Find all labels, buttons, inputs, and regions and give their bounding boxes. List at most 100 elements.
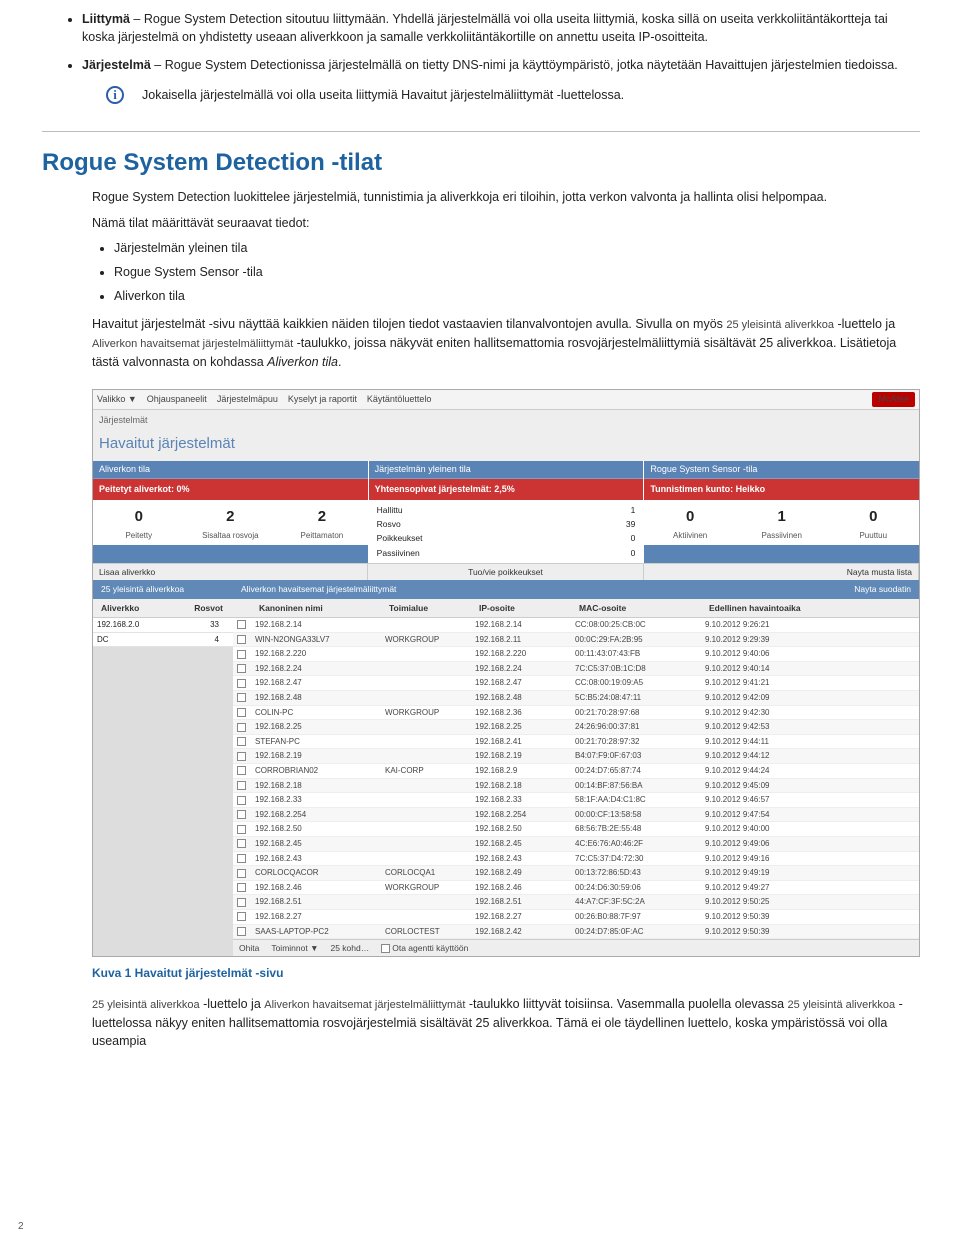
table-footer: Ohita Toiminnot ▼ 25 kohd… Ota agentti k… (233, 939, 919, 956)
menu-item[interactable]: Ohjauspaneelit (147, 393, 207, 406)
table-row[interactable]: 192.168.2.18192.168.2.1800:14:BF:87:56:B… (233, 779, 919, 794)
panel-sensor: Rogue System Sensor -tila Tunnistimen ku… (644, 461, 919, 563)
row-key: Hallittu (377, 504, 403, 516)
table-row[interactable]: 192.168.2.33192.168.2.3358:1F:AA:D4:C1:8… (233, 793, 919, 808)
col-header: IP-osoite (475, 601, 575, 615)
table-row[interactable]: STEFAN-PC192.168.2.4100:21:70:28:97:329.… (233, 735, 919, 750)
state-item: Aliverkon tila (114, 287, 920, 305)
metric-label: Puuttuu (831, 530, 915, 542)
bullet-text: – Rogue System Detectionissa järjestelmä… (151, 58, 898, 72)
brand-badge: McAfee (872, 392, 915, 407)
panel-buttons: Lisaa aliverkko Tuo/vie poikkeukset Nayt… (93, 563, 919, 580)
row-val: 0 (631, 532, 636, 544)
metric-label: Aktiivinen (648, 530, 732, 542)
panel-button[interactable]: Tuo/vie poikkeukset (368, 564, 643, 580)
menu-item[interactable]: Järjestelmäpuu (217, 393, 278, 406)
metric-value: 2 (280, 506, 364, 528)
panel-head: Järjestelmän yleinen tila (369, 461, 644, 479)
state-list: Järjestelmän yleinen tila Rogue System S… (114, 239, 920, 305)
page-title: Havaitut järjestelmät (93, 431, 919, 461)
table-row[interactable]: SAAS-LAPTOP-PC2CORLOCTEST192.168.2.4200:… (233, 925, 919, 940)
table-row[interactable]: 192.168.2.220192.168.2.22000:11:43:07:43… (233, 647, 919, 662)
panel-head: Aliverkon tila (93, 461, 368, 479)
metric-label: Passiivinen (740, 530, 824, 542)
bullet-term: Liittymä (82, 12, 130, 26)
footer-item[interactable]: Toiminnot ▼ (271, 942, 318, 954)
menu-item[interactable]: Kyselyt ja raportit (288, 393, 357, 406)
bullet-term: Järjestelmä (82, 58, 151, 72)
state-item: Järjestelmän yleinen tila (114, 239, 920, 257)
left-table: 25 yleisintä aliverkkoa Aliverkko Rosvot… (93, 580, 233, 956)
table-row[interactable]: 192.168.2.25192.168.2.2524:26:96:00:37:8… (233, 720, 919, 735)
panel-banner: Tunnistimen kunto: Heikko (644, 479, 919, 500)
row-val: 1 (631, 504, 636, 516)
table-row[interactable]: CORROBRIAN02KAI-CORP192.168.2.900:24:D7:… (233, 764, 919, 779)
info-icon: i (106, 86, 124, 104)
row-key: Rosvo (377, 518, 401, 530)
panel-banner: Yhteensopivat järjestelmät: 2,5% (369, 479, 644, 500)
table-row[interactable]: 192.168.2.48192.168.2.485C:B5:24:08:47:1… (233, 691, 919, 706)
footer-item[interactable]: Ohita (239, 942, 259, 954)
state-item: Rogue System Sensor -tila (114, 263, 920, 281)
info-callout: i Jokaisella järjestelmällä voi olla use… (106, 86, 920, 104)
panel-button[interactable]: Lisaa aliverkko (93, 564, 368, 580)
table-row[interactable]: 192.168.2.033 (93, 618, 233, 633)
footer-item[interactable]: Ota agentti käyttöön (381, 942, 468, 954)
table-row[interactable]: 192.168.2.27192.168.2.2700:26:B0:88:7F:9… (233, 910, 919, 925)
row-key: Poikkeukset (377, 532, 423, 544)
table-row[interactable]: 192.168.2.14192.168.2.14CC:08:00:25:CB:0… (233, 618, 919, 633)
col-header: Edellinen havaintoaika (705, 601, 825, 615)
col-header: Aliverkko (97, 601, 177, 615)
menu-item[interactable]: Käytäntöluettelo (367, 393, 432, 406)
body-paragraph: Havaitut järjestelmät -sivu näyttää kaik… (92, 315, 920, 371)
col-header: MAC-osoite (575, 601, 705, 615)
ss-toolbar: Valikko ▼ Ohjauspaneelit Järjestelmäpuu … (93, 390, 919, 410)
table-row[interactable]: 192.168.2.50192.168.2.5068:56:7B:2E:55:4… (233, 822, 919, 837)
table-row[interactable]: 192.168.2.43192.168.2.437C:C5:37:D4:72:3… (233, 852, 919, 867)
table-row[interactable]: 192.168.2.24192.168.2.247C:C5:37:0B:1C:D… (233, 662, 919, 677)
metric-value: 0 (97, 506, 181, 528)
table-row[interactable]: COLIN-PCWORKGROUP192.168.2.3600:21:70:28… (233, 706, 919, 721)
page-number: 2 (18, 1220, 24, 1235)
metric-label: Peittamaton (280, 530, 364, 542)
menu-item[interactable]: Valikko ▼ (97, 393, 137, 406)
metric-label: Peitetty (97, 530, 181, 542)
top-bullet-list: Liittymä – Rogue System Detection sitout… (82, 10, 920, 74)
table-row[interactable]: 192.168.2.47192.168.2.47CC:08:00:19:09:A… (233, 676, 919, 691)
table-row[interactable]: 192.168.2.254192.168.2.25400:00:CF:13:58… (233, 808, 919, 823)
table-row[interactable]: WIN-N2ONGA33LV7WORKGROUP192.168.2.1100:0… (233, 633, 919, 648)
row-key: Passiivinen (377, 547, 420, 559)
right-table-title: Aliverkon havaitsemat järjestelmäliittym… (237, 582, 400, 596)
status-panels: Aliverkon tila Peitetyt aliverkot: 0% 0P… (93, 461, 919, 563)
info-text: Jokaisella järjestelmällä voi olla useit… (142, 86, 624, 104)
panel-subnet: Aliverkon tila Peitetyt aliverkot: 0% 0 P… (93, 461, 369, 563)
table-row[interactable]: DC4 (93, 633, 233, 648)
table-row[interactable]: 192.168.2.46WORKGROUP192.168.2.4600:24:D… (233, 881, 919, 896)
filter-link[interactable]: Nayta suodatin (850, 582, 915, 596)
footer-item: 25 kohd… (330, 942, 369, 954)
panel-head: Rogue System Sensor -tila (644, 461, 919, 479)
panel-button[interactable]: Nayta musta lista (644, 564, 919, 580)
left-table-title: 25 yleisintä aliverkkoa (97, 582, 188, 596)
tables-area: 25 yleisintä aliverkkoa Aliverkko Rosvot… (93, 580, 919, 956)
bullet-text: – Rogue System Detection sitoutuu liitty… (82, 12, 888, 44)
panel-banner: Peitetyt aliverkot: 0% (93, 479, 368, 500)
figure-caption: Kuva 1 Havaitut järjestelmät -sivu (92, 965, 920, 982)
col-header: Rosvot (177, 601, 227, 615)
metric-label: Sisaltaa rosvoja (189, 530, 273, 542)
col-header: Kanoninen nimi (255, 601, 385, 615)
section-heading: Rogue System Detection -tilat (42, 131, 920, 181)
table-row[interactable]: 192.168.2.51192.168.2.5144:A7:CF:3F:5C:2… (233, 895, 919, 910)
final-paragraph: 25 yleisintä aliverkkoa -luettelo ja Ali… (92, 995, 920, 1050)
table-row[interactable]: 192.168.2.45192.168.2.454C:E6:76:A0:46:2… (233, 837, 919, 852)
table-row[interactable]: CORLOCQACORCORLOCQA1192.168.2.4900:13:72… (233, 866, 919, 881)
bullet-jarjestelma: Järjestelmä – Rogue System Detectionissa… (82, 56, 920, 74)
table-row[interactable]: 192.168.2.19192.168.2.19B4:07:F9:0F:67:0… (233, 749, 919, 764)
col-header: Toimialue (385, 601, 475, 615)
right-table: Aliverkon havaitsemat järjestelmäliittym… (233, 580, 919, 956)
screenshot-embed: Valikko ▼ Ohjauspaneelit Järjestelmäpuu … (92, 389, 920, 958)
metric-value: 2 (189, 506, 273, 528)
panel-system: Järjestelmän yleinen tila Yhteensopivat … (369, 461, 645, 563)
row-val: 39 (626, 518, 635, 530)
metric-value: 0 (831, 506, 915, 528)
